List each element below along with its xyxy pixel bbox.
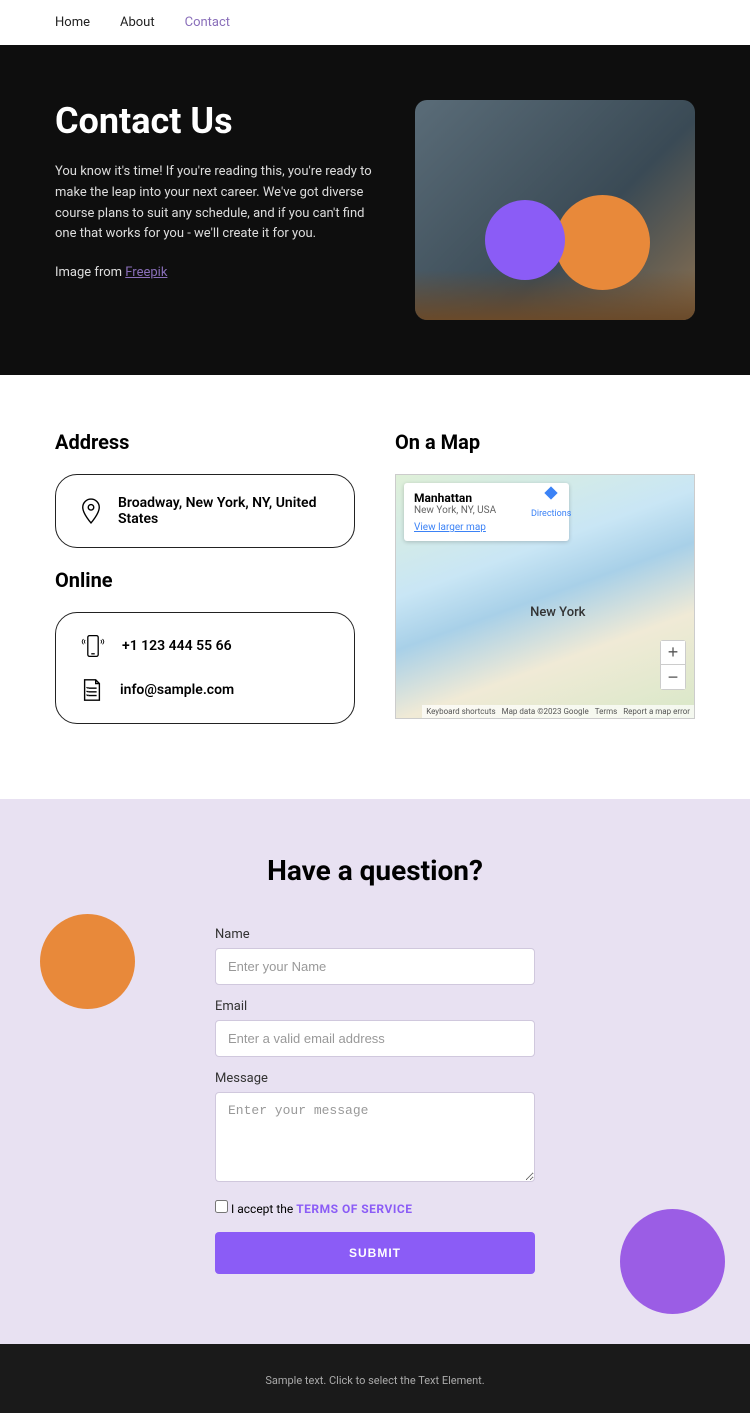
decor-circle-purple [485,200,565,280]
form-section: Have a question? Name Email Message I ac… [0,799,750,1344]
contact-form: Name Email Message I accept the TERMS OF… [215,927,535,1274]
decor-circle-orange [555,195,650,290]
top-nav: Home About Contact [0,0,750,45]
map-directions[interactable]: Directions [531,485,571,520]
hero-section: Contact Us You know it's time! If you're… [0,45,750,375]
nav-home[interactable]: Home [55,15,90,30]
tos-link[interactable]: TERMS OF SERVICE [296,1202,412,1216]
online-box: +1 123 444 55 66 info@sample.com [55,612,355,724]
map-zoom-controls: + − [660,640,686,690]
hero-image-credit: Image from Freepik [55,263,375,284]
location-pin-icon [80,497,102,525]
email-label: Email [215,999,535,1014]
document-icon [80,677,104,703]
freepik-link[interactable]: Freepik [125,265,167,280]
nav-about[interactable]: About [120,15,155,30]
map-zoom-in-button[interactable]: + [661,641,685,665]
name-label: Name [215,927,535,942]
tos-checkbox[interactable] [215,1200,228,1213]
decor-circle-orange-2 [40,914,135,1009]
decor-circle-purple-2 [620,1209,725,1314]
directions-icon [543,485,559,501]
map-zoom-out-button[interactable]: − [661,665,685,689]
hero-body: You know it's time! If you're reading th… [55,162,375,245]
address-box: Broadway, New York, NY, United States [55,474,355,548]
view-larger-map-link[interactable]: View larger map [414,522,559,533]
address-text: Broadway, New York, NY, United States [118,495,330,527]
footer: Sample text. Click to select the Text El… [0,1344,750,1413]
info-section: Address Broadway, New York, NY, United S… [0,375,750,799]
hero-image [415,100,695,320]
accept-text: I accept the [231,1202,296,1216]
email-text: info@sample.com [120,682,234,698]
submit-button[interactable]: SUBMIT [215,1232,535,1274]
email-input[interactable] [215,1020,535,1057]
nav-contact[interactable]: Contact [185,15,230,30]
form-heading: Have a question? [0,854,750,887]
map-widget[interactable]: Manhattan New York, NY, USA View larger … [395,474,695,719]
name-input[interactable] [215,948,535,985]
phone-text: +1 123 444 55 66 [122,638,232,654]
map-center-label: New York [530,605,585,620]
phone-icon [80,633,106,659]
footer-text: Sample text. Click to select the Text El… [265,1374,484,1387]
address-heading: Address [55,430,355,454]
page-title: Contact Us [55,100,375,142]
map-attribution: Keyboard shortcuts Map data ©2023 Google… [422,705,694,718]
message-label: Message [215,1071,535,1086]
online-heading: Online [55,568,355,592]
map-heading: On a Map [395,430,695,454]
message-textarea[interactable] [215,1092,535,1182]
